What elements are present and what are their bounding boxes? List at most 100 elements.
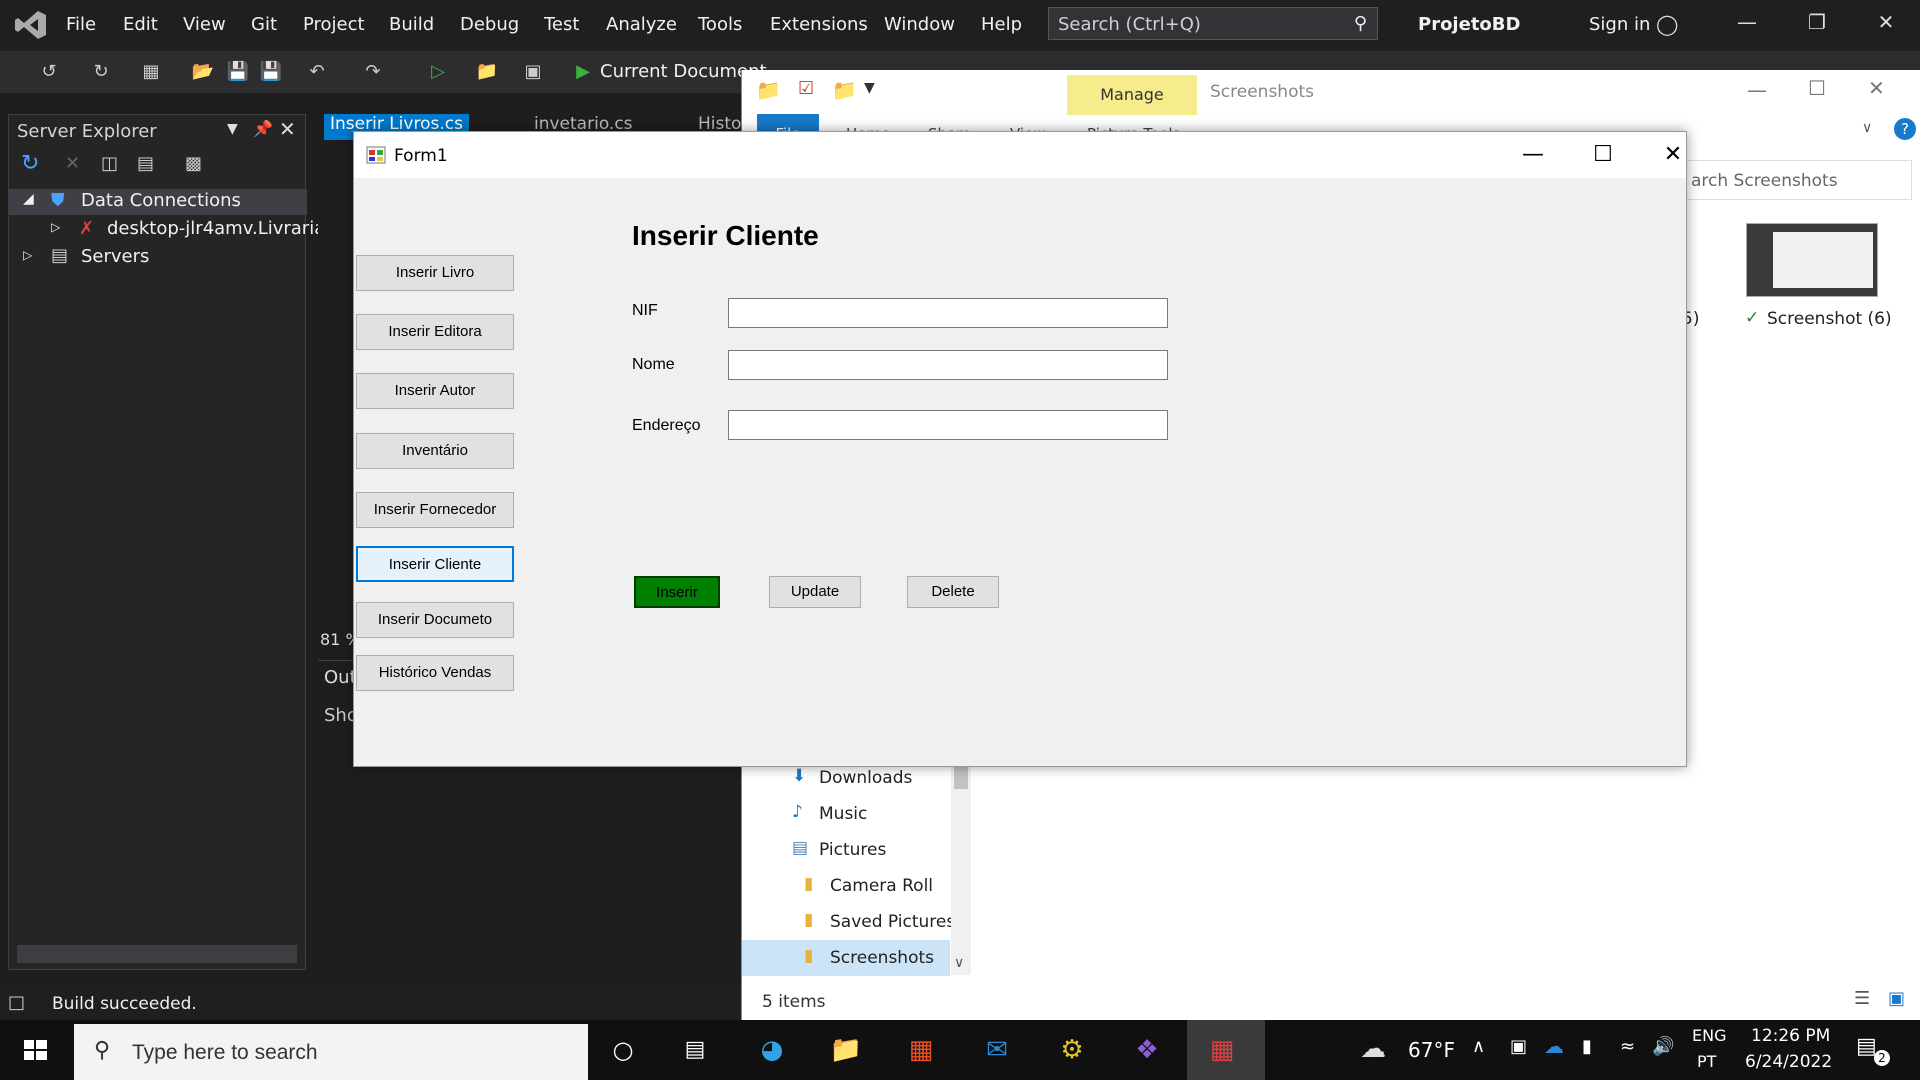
start-debug-icon[interactable]: ▶ bbox=[570, 60, 596, 84]
nav-music[interactable]: Music bbox=[819, 804, 867, 824]
quick-access-dropdown-icon[interactable]: ▼ bbox=[864, 80, 875, 96]
redo-icon[interactable]: ↷ bbox=[360, 60, 386, 84]
vs-search-box[interactable]: Search (Ctrl+Q) ⚲ bbox=[1048, 7, 1378, 40]
menu-test[interactable]: Test bbox=[544, 14, 579, 36]
nif-input[interactable] bbox=[728, 298, 1168, 328]
nome-input[interactable] bbox=[728, 350, 1168, 380]
horizontal-scrollbar[interactable] bbox=[17, 945, 297, 963]
update-button[interactable]: Update bbox=[769, 576, 861, 608]
open-folder-icon[interactable]: 📂 bbox=[190, 60, 216, 84]
new-project-icon[interactable]: ▦ bbox=[138, 60, 164, 84]
taskbar-search-box[interactable]: ⚲ Type here to search bbox=[74, 1024, 588, 1080]
sql-tool-icon[interactable]: ⚙ bbox=[1052, 1030, 1092, 1070]
refresh-icon[interactable]: ↻ bbox=[21, 151, 39, 176]
endereco-input[interactable] bbox=[728, 410, 1168, 440]
collapsed-arrow-icon[interactable]: ▷ bbox=[23, 248, 32, 262]
undo-icon[interactable]: ↶ bbox=[304, 60, 330, 84]
wifi-icon[interactable]: ≈ bbox=[1620, 1036, 1635, 1057]
weather-icon[interactable]: ☁ bbox=[1360, 1034, 1386, 1064]
task-view-icon[interactable]: ▤ bbox=[675, 1030, 715, 1070]
menu-extensions[interactable]: Extensions bbox=[770, 14, 868, 36]
output-window-icon[interactable]: □ bbox=[8, 992, 25, 1013]
close-icon[interactable]: ✕ bbox=[1868, 76, 1885, 100]
large-icons-view-icon[interactable]: ▣ bbox=[1888, 988, 1905, 1009]
pin-icon[interactable]: 📌 bbox=[253, 119, 273, 138]
restore-icon[interactable]: ❐ bbox=[1797, 10, 1837, 40]
menu-file[interactable]: File bbox=[66, 14, 96, 36]
maximize-icon[interactable]: ☐ bbox=[1808, 76, 1826, 100]
tree-item-servers[interactable]: ▷ ▤ Servers bbox=[9, 245, 307, 271]
inserir-autor-button[interactable]: Inserir Autor bbox=[356, 373, 514, 409]
menu-tools[interactable]: Tools bbox=[698, 14, 742, 36]
expanded-arrow-icon[interactable]: ◢ bbox=[23, 191, 34, 207]
inventario-button[interactable]: Inventário bbox=[356, 433, 514, 469]
close-icon[interactable]: ✕ bbox=[1866, 10, 1906, 40]
save-icon[interactable]: 💾 bbox=[225, 60, 251, 84]
menu-project[interactable]: Project bbox=[303, 14, 365, 36]
temperature[interactable]: 67°F bbox=[1408, 1038, 1455, 1062]
inserir-fornecedor-button[interactable]: Inserir Fornecedor bbox=[356, 492, 514, 528]
nav-pictures[interactable]: Pictures bbox=[819, 840, 886, 860]
battery-icon[interactable]: ▮ bbox=[1582, 1036, 1592, 1057]
menu-edit[interactable]: Edit bbox=[123, 14, 158, 36]
nav-scrollbar[interactable]: ∨ bbox=[951, 765, 971, 975]
windows-start-icon[interactable] bbox=[0, 1020, 72, 1080]
sharepoint-icon[interactable]: ▩ bbox=[185, 153, 202, 174]
minimize-icon[interactable]: — bbox=[1727, 10, 1767, 40]
save-all-icon[interactable]: 💾 bbox=[258, 60, 284, 84]
menu-debug[interactable]: Debug bbox=[460, 14, 519, 36]
tree-item-connection[interactable]: ▷ ✗ desktop-jlr4amv.Livraria.c bbox=[9, 217, 341, 243]
inserir-cliente-button[interactable]: Inserir Cliente bbox=[356, 546, 514, 582]
cortana-icon[interactable]: ○ bbox=[603, 1030, 643, 1070]
stop-icon[interactable]: ✕ bbox=[65, 153, 80, 174]
inserir-button[interactable]: Inserir bbox=[634, 576, 720, 608]
nav-camera-roll[interactable]: Camera Roll bbox=[830, 876, 933, 896]
menu-git[interactable]: Git bbox=[251, 14, 277, 36]
mail-icon[interactable]: ✉ bbox=[977, 1030, 1017, 1070]
browser-icon[interactable]: ▣ bbox=[520, 60, 546, 84]
show-hidden-icons-icon[interactable]: ∧ bbox=[1472, 1036, 1485, 1057]
menu-view[interactable]: View bbox=[183, 14, 226, 36]
tree-item-data-connections[interactable]: ◢ ⛊ Data Connections bbox=[9, 189, 307, 215]
minimize-icon[interactable]: — bbox=[1510, 140, 1556, 170]
explorer-search-box[interactable]: arch Screenshots bbox=[1682, 160, 1912, 200]
nav-downloads[interactable]: Downloads bbox=[819, 768, 912, 788]
tab-manage[interactable]: Manage bbox=[1067, 75, 1197, 115]
inserir-editora-button[interactable]: Inserir Editora bbox=[356, 314, 514, 350]
details-view-icon[interactable]: ☰ bbox=[1854, 988, 1870, 1009]
scrollbar-thumb[interactable] bbox=[954, 765, 968, 789]
form-app-taskbar-icon[interactable]: ▦ bbox=[1202, 1030, 1242, 1070]
folder-icon[interactable]: 📁 bbox=[474, 60, 500, 84]
collapsed-arrow-icon[interactable]: ▷ bbox=[51, 220, 60, 234]
account-icon[interactable]: ◯ bbox=[1656, 12, 1678, 36]
inserir-documeto-button[interactable]: Inserir Documeto bbox=[356, 602, 514, 638]
visual-studio-icon[interactable]: ❖ bbox=[1127, 1030, 1167, 1070]
inserir-livro-button[interactable]: Inserir Livro bbox=[356, 255, 514, 291]
close-icon[interactable]: ✕ bbox=[1650, 140, 1696, 170]
onedrive-icon[interactable]: ☁ bbox=[1544, 1034, 1564, 1058]
help-icon[interactable]: ? bbox=[1894, 118, 1916, 140]
input-language[interactable]: ENG bbox=[1692, 1026, 1726, 1045]
forward-icon[interactable]: ↻ bbox=[88, 60, 114, 84]
edge-icon[interactable]: ◕ bbox=[752, 1030, 792, 1070]
nav-screenshots[interactable]: Screenshots bbox=[830, 948, 934, 968]
meet-now-icon[interactable]: ▣ bbox=[1510, 1036, 1527, 1057]
keyboard-layout[interactable]: PT bbox=[1697, 1052, 1716, 1071]
back-icon[interactable]: ↺ bbox=[36, 60, 62, 84]
volume-icon[interactable]: 🔊 bbox=[1652, 1036, 1674, 1057]
expand-ribbon-icon[interactable]: ∨ bbox=[1862, 120, 1872, 136]
delete-button[interactable]: Delete bbox=[907, 576, 999, 608]
menu-window[interactable]: Window bbox=[884, 14, 955, 36]
clock-date[interactable]: 6/24/2022 bbox=[1745, 1052, 1832, 1072]
screenshot-thumbnail[interactable] bbox=[1746, 223, 1878, 297]
close-panel-icon[interactable]: ✕ bbox=[279, 117, 296, 141]
properties-icon[interactable]: ☑ bbox=[798, 78, 814, 99]
connect-server-icon[interactable]: ▤ bbox=[137, 153, 154, 174]
start-without-debug-icon[interactable]: ▷ bbox=[425, 60, 451, 84]
dropdown-icon[interactable]: ▼ bbox=[227, 121, 238, 137]
new-folder-icon[interactable]: 📁 bbox=[832, 78, 857, 102]
scroll-down-icon[interactable]: ∨ bbox=[954, 955, 964, 971]
microsoft-store-icon[interactable]: ▦ bbox=[901, 1030, 941, 1070]
sign-in-link[interactable]: Sign in bbox=[1589, 14, 1650, 35]
menu-analyze[interactable]: Analyze bbox=[606, 14, 677, 36]
